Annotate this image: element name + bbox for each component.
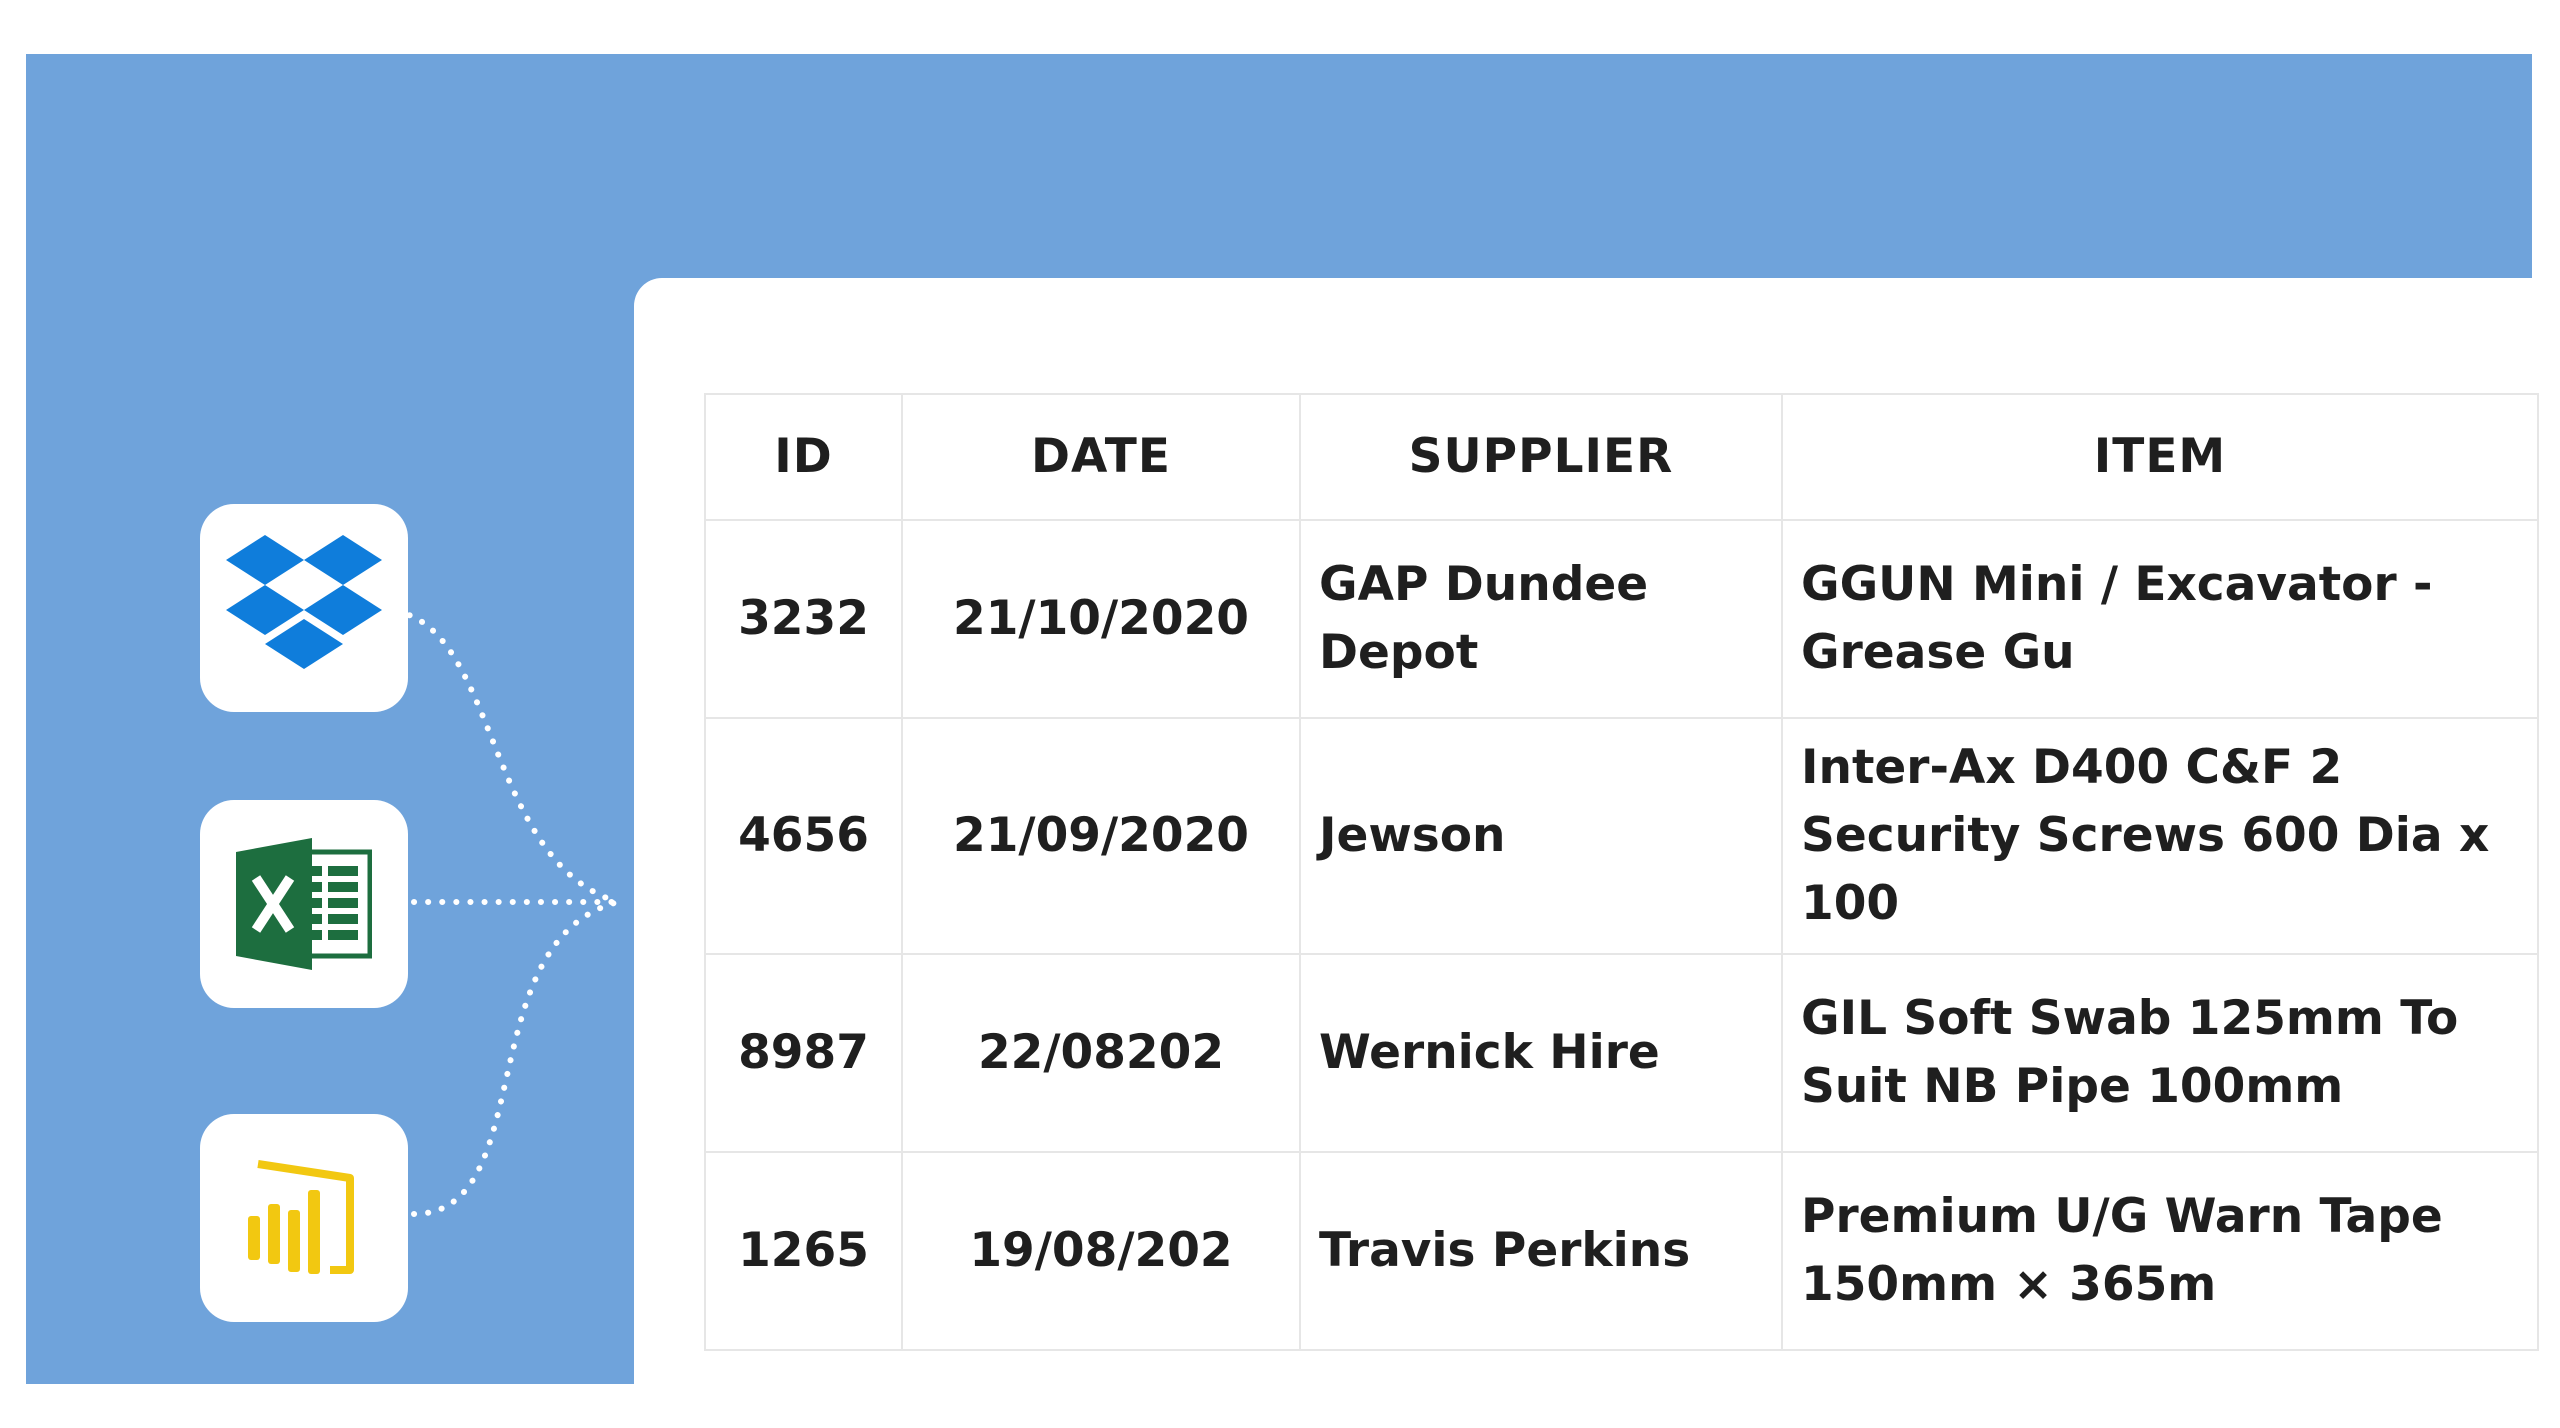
supplier-table: ID DATE SUPPLIER ITEM 3232 21/10/2020 GA… bbox=[704, 393, 2539, 1351]
excel-app-tile[interactable] bbox=[200, 800, 408, 1008]
cell-item: GGUN Mini / Excavator - Grease Gu bbox=[1781, 519, 2539, 719]
cell-item: Premium U/G Warn Tape 150mm × 365m bbox=[1781, 1151, 2539, 1351]
cell-supplier: Wernick Hire bbox=[1299, 953, 1783, 1153]
dropbox-icon bbox=[226, 535, 382, 669]
powerbi-app-tile[interactable] bbox=[200, 1114, 408, 1322]
table-row[interactable]: 4656 21/09/2020 Jewson Inter-Ax D400 C&F… bbox=[704, 717, 2539, 955]
column-header-supplier[interactable]: SUPPLIER bbox=[1299, 393, 1783, 521]
powerbi-icon bbox=[248, 1160, 354, 1274]
dropbox-app-tile[interactable] bbox=[200, 504, 408, 712]
cell-date: 22/08202 bbox=[901, 953, 1301, 1153]
cell-supplier: GAP Dundee Depot bbox=[1299, 519, 1783, 719]
cell-supplier: Jewson bbox=[1299, 717, 1783, 955]
cell-date: 19/08/202 bbox=[901, 1151, 1301, 1351]
cell-item: GIL Soft Swab 125mm To Suit NB Pipe 100m… bbox=[1781, 953, 2539, 1153]
excel-icon bbox=[236, 838, 372, 970]
column-header-id[interactable]: ID bbox=[704, 393, 903, 521]
column-header-item[interactable]: ITEM bbox=[1781, 393, 2539, 521]
cell-id: 3232 bbox=[704, 519, 903, 719]
column-header-date[interactable]: DATE bbox=[901, 393, 1301, 521]
cell-date: 21/09/2020 bbox=[901, 717, 1301, 955]
table-header-row: ID DATE SUPPLIER ITEM bbox=[704, 393, 2539, 521]
cell-id: 1265 bbox=[704, 1151, 903, 1351]
table-row[interactable]: 8987 22/08202 Wernick Hire GIL Soft Swab… bbox=[704, 953, 2539, 1153]
cell-item: Inter-Ax D400 C&F 2 Security Screws 600 … bbox=[1781, 717, 2539, 955]
cell-supplier: Travis Perkins bbox=[1299, 1151, 1783, 1351]
cell-id: 8987 bbox=[704, 953, 903, 1153]
cell-id: 4656 bbox=[704, 717, 903, 955]
table-row[interactable]: 1265 19/08/202 Travis Perkins Premium U/… bbox=[704, 1151, 2539, 1351]
table-row[interactable]: 3232 21/10/2020 GAP Dundee Depot GGUN Mi… bbox=[704, 519, 2539, 719]
cell-date: 21/10/2020 bbox=[901, 519, 1301, 719]
